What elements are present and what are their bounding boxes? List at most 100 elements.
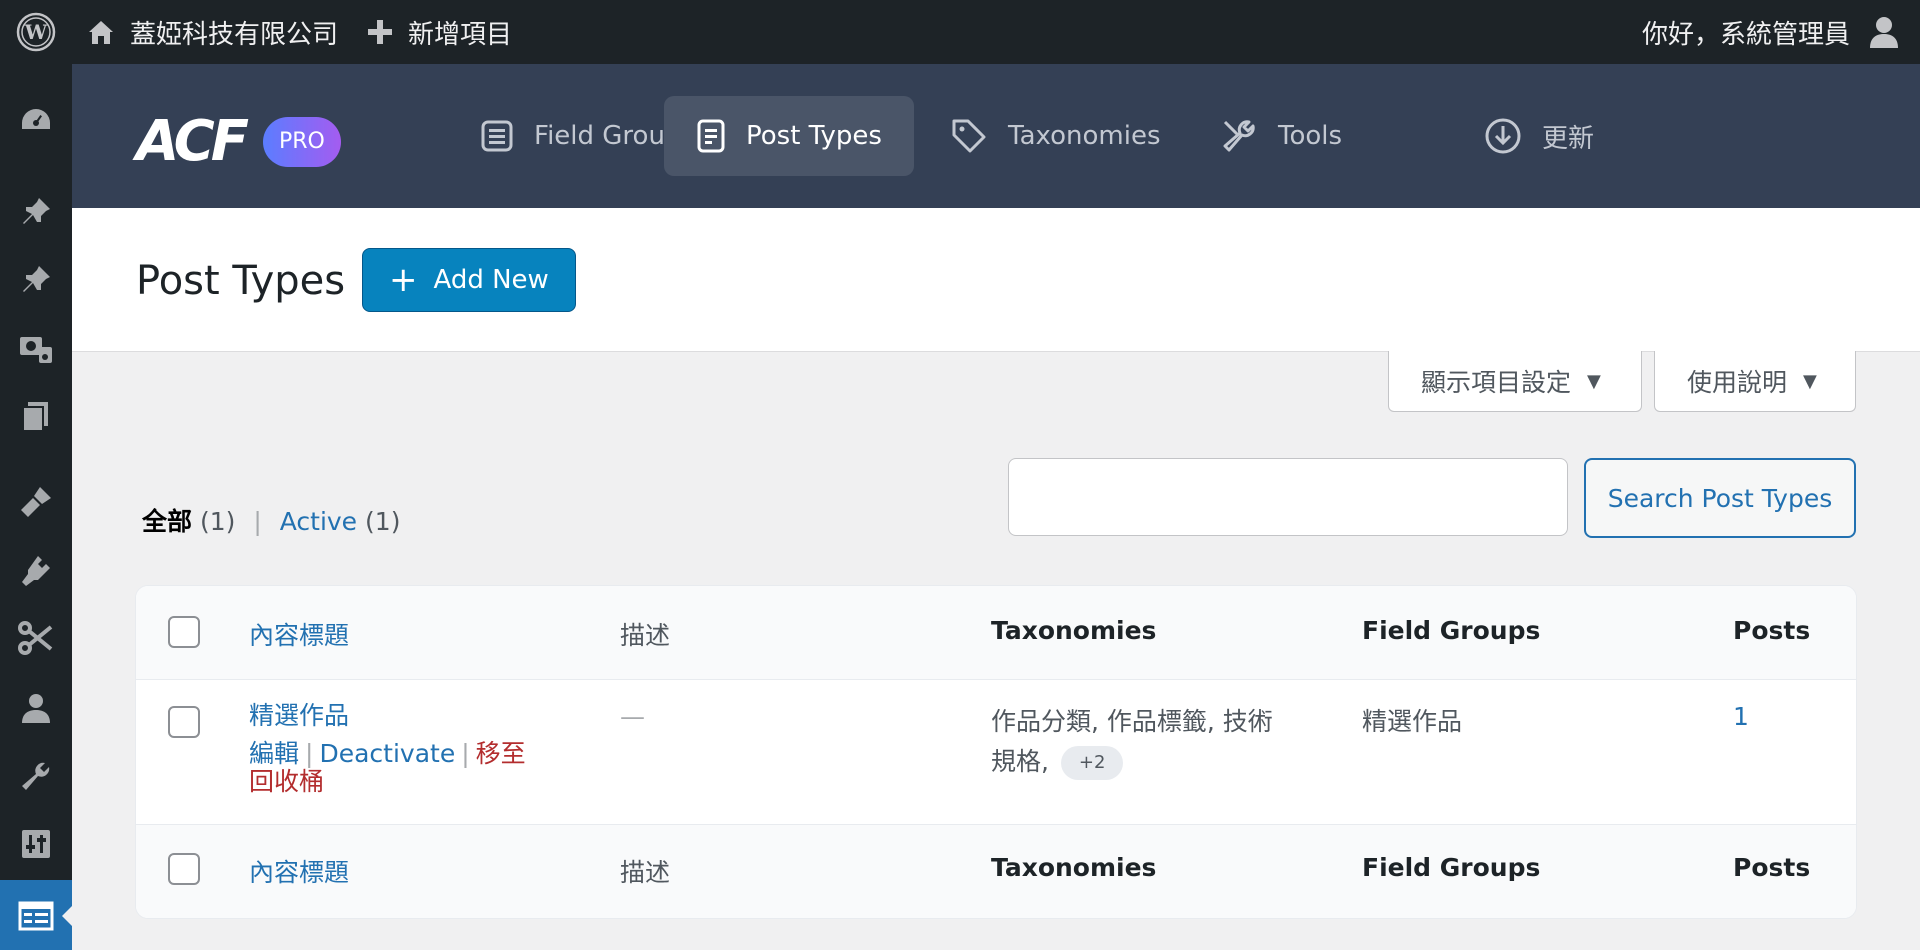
column-taxonomies: Taxonomies bbox=[991, 616, 1157, 645]
column-description: 描述 bbox=[620, 858, 671, 887]
list-icon bbox=[481, 120, 513, 152]
new-content-link[interactable]: 新增項目 bbox=[352, 0, 526, 64]
column-description: 描述 bbox=[620, 621, 671, 650]
column-title[interactable]: 內容標題 bbox=[249, 853, 349, 889]
row-title-link[interactable]: 精選作品 bbox=[249, 701, 349, 730]
caret-down-icon: ▼ bbox=[1803, 370, 1817, 392]
pages-icon bbox=[22, 402, 48, 432]
tab-updates[interactable]: 更新 bbox=[1452, 96, 1626, 176]
table-row: 精選作品 編輯 | Deactivate | 移至回收桶 — 作品分類, 作品標籤, 技… bbox=[136, 680, 1856, 824]
tab-tools[interactable]: Tools bbox=[1188, 96, 1374, 176]
admin-sidebar bbox=[0, 64, 72, 950]
row-checkbox[interactable] bbox=[168, 706, 200, 738]
page-title: Post Types bbox=[136, 258, 346, 304]
svg-text:W: W bbox=[24, 20, 48, 44]
user-avatar-icon bbox=[1870, 17, 1898, 48]
row-description: — bbox=[620, 702, 645, 731]
help-label: 使用說明 bbox=[1687, 368, 1788, 397]
column-posts: Posts bbox=[1733, 616, 1811, 645]
acf-logo-text: ACF bbox=[136, 109, 249, 174]
row-field-groups: 精選作品 bbox=[1362, 707, 1463, 736]
table-footer: 內容標題 描述 Taxonomies Field Groups Posts bbox=[136, 824, 1856, 918]
help-button[interactable]: 使用說明 ▼ bbox=[1654, 351, 1856, 412]
acf-icon bbox=[18, 901, 54, 931]
column-field-groups: Field Groups bbox=[1362, 616, 1541, 645]
action-separator: | bbox=[305, 739, 314, 768]
scissors-icon bbox=[18, 621, 53, 655]
post-types-table: 內容標題 描述 Taxonomies Field Groups Posts 精選… bbox=[136, 586, 1856, 918]
row-posts-cell: 1 bbox=[1733, 702, 1749, 731]
menu-settings[interactable] bbox=[0, 814, 72, 874]
acf-logo: ACF PRO bbox=[136, 109, 341, 174]
menu-media[interactable] bbox=[0, 318, 72, 378]
menu-plugins[interactable] bbox=[0, 540, 72, 600]
greeting: 你好，系統管理員 bbox=[1641, 19, 1850, 50]
filter-all[interactable]: 全部 bbox=[142, 507, 192, 536]
menu-cptui[interactable] bbox=[0, 608, 72, 668]
my-account-link[interactable]: 你好，系統管理員 bbox=[1642, 14, 1920, 51]
pro-badge: PRO bbox=[262, 116, 341, 167]
row-taxonomies: 作品分類, 作品標籤, 技術規格, +2 bbox=[991, 702, 1281, 782]
pin-icon bbox=[23, 266, 50, 292]
table-header: 內容標題 描述 Taxonomies Field Groups Posts bbox=[136, 586, 1856, 680]
tab-label: Taxonomies bbox=[1008, 121, 1161, 151]
column-taxonomies: Taxonomies bbox=[991, 853, 1157, 882]
new-content-label: 新增項目 bbox=[408, 19, 513, 50]
row-posts-link[interactable]: 1 bbox=[1733, 702, 1749, 731]
add-new-button[interactable]: + Add New bbox=[362, 248, 576, 312]
tab-taxonomies[interactable]: Taxonomies bbox=[918, 96, 1192, 176]
screen-options-label: 顯示項目設定 bbox=[1421, 368, 1572, 397]
edit-action[interactable]: 編輯 bbox=[249, 739, 299, 768]
menu-appearance[interactable] bbox=[0, 472, 72, 532]
media-icon bbox=[20, 337, 52, 363]
page-title-bar: Post Types + Add New bbox=[72, 208, 1920, 352]
menu-posts[interactable] bbox=[0, 182, 72, 242]
row-title-cell: 精選作品 編輯 | Deactivate | 移至回收桶 bbox=[249, 702, 549, 796]
tag-icon bbox=[952, 119, 986, 153]
search-input[interactable] bbox=[1008, 458, 1568, 536]
select-all-checkbox[interactable] bbox=[168, 616, 200, 648]
plus-icon bbox=[368, 20, 393, 44]
appearance-icon bbox=[21, 487, 51, 517]
settings-icon bbox=[22, 830, 50, 858]
screen-options-button[interactable]: 顯示項目設定 ▼ bbox=[1388, 351, 1642, 412]
site-name: 蓋婭科技有限公司 bbox=[130, 19, 339, 50]
column-field-groups: Field Groups bbox=[1362, 853, 1541, 882]
site-name-link[interactable]: 蓋婭科技有限公司 bbox=[72, 0, 352, 64]
menu-acf[interactable] bbox=[0, 880, 72, 950]
add-new-label: Add New bbox=[433, 265, 549, 295]
tab-label: 更新 bbox=[1542, 123, 1595, 154]
tools-icon bbox=[1223, 120, 1255, 152]
admin-bar: W 蓋婭科技有限公司 新增項目 你好，系統管理員 bbox=[0, 0, 1920, 64]
taxonomies-more-badge[interactable]: +2 bbox=[1060, 746, 1124, 780]
home-icon bbox=[89, 21, 113, 44]
menu-tools[interactable] bbox=[0, 746, 72, 806]
deactivate-action[interactable]: Deactivate bbox=[319, 739, 455, 768]
select-all-checkbox-footer[interactable] bbox=[168, 853, 200, 885]
filter-active-count: (1) bbox=[365, 507, 401, 536]
document-icon bbox=[697, 119, 725, 153]
plugins-icon bbox=[22, 556, 50, 586]
menu-pages[interactable] bbox=[0, 386, 72, 446]
pin-icon bbox=[23, 198, 50, 224]
column-title[interactable]: 內容標題 bbox=[249, 616, 349, 652]
action-separator: | bbox=[461, 739, 470, 768]
column-posts: Posts bbox=[1733, 853, 1811, 882]
filter-separator: | bbox=[253, 507, 262, 536]
menu-portfolio[interactable] bbox=[0, 250, 72, 310]
tools-icon bbox=[22, 762, 50, 790]
tab-post-types[interactable]: Post Types bbox=[664, 96, 914, 176]
acf-header: ACF PRO Field Groups Post Types Taxonomi… bbox=[72, 64, 1920, 208]
users-icon bbox=[22, 694, 50, 723]
wordpress-logo-icon[interactable]: W bbox=[0, 0, 72, 64]
plus-icon: + bbox=[389, 260, 418, 300]
search-button[interactable]: Search Post Types bbox=[1584, 458, 1856, 538]
download-icon bbox=[1485, 118, 1521, 154]
filter-active[interactable]: Active bbox=[280, 507, 357, 536]
menu-dashboard[interactable] bbox=[0, 92, 72, 152]
taxonomies-list: 作品分類, 作品標籤, 技術規格, bbox=[991, 707, 1273, 776]
dashboard-icon bbox=[22, 109, 50, 129]
status-filter: 全部 (1) | Active (1) bbox=[142, 502, 400, 538]
menu-users[interactable] bbox=[0, 678, 72, 738]
filter-all-count: (1) bbox=[199, 507, 236, 536]
